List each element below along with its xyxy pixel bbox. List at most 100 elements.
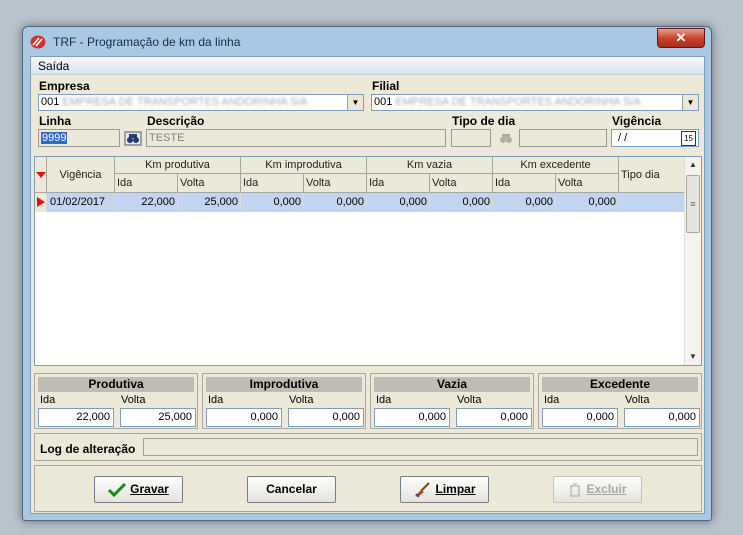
improdutiva-volta-input[interactable]: 0,000: [288, 408, 364, 427]
tipo-dia-input[interactable]: [451, 129, 491, 147]
log-input: [143, 438, 698, 456]
header-improd-volta[interactable]: Volta: [304, 174, 367, 193]
vigencia-value: / /: [618, 132, 628, 144]
excedente-panel: Excedente Ida Volta 0,000 0,000: [538, 373, 702, 429]
excedente-ida-input[interactable]: 0,000: [542, 408, 618, 427]
cell-prod-ida[interactable]: 22,000: [115, 193, 178, 212]
excluir-button[interactable]: Excluir: [553, 476, 642, 503]
limpar-label: Limpar: [435, 482, 476, 496]
scroll-thumb[interactable]: ≡: [686, 175, 700, 233]
tipo-dia-label: Tipo de dia: [452, 114, 516, 128]
menu-saida[interactable]: Saída: [38, 59, 69, 73]
cell-exced-ida[interactable]: 0,000: [493, 193, 556, 212]
sort-down-icon: [36, 172, 46, 178]
title-bar[interactable]: TRF - Programação de km da linha ✕: [23, 27, 711, 55]
header-exced-ida[interactable]: Ida: [493, 174, 556, 193]
vazia-volta-label: Volta: [457, 394, 482, 406]
app-logo-icon: [30, 35, 46, 49]
cancelar-label: Cancelar: [266, 482, 317, 496]
vigencia-date-input[interactable]: / / 15: [611, 129, 699, 147]
scroll-down-icon[interactable]: ▼: [685, 349, 701, 365]
produtiva-volta-input[interactable]: 25,000: [120, 408, 196, 427]
header-vazia-volta[interactable]: Volta: [430, 174, 493, 193]
header-improd-ida[interactable]: Ida: [241, 174, 304, 193]
vazia-volta-input[interactable]: 0,000: [456, 408, 532, 427]
filial-select[interactable]: 001 EMPRESA DE TRANSPORTES ANDORINHA S/A…: [371, 94, 699, 111]
limpar-button[interactable]: Limpar: [400, 476, 489, 503]
empresa-code: 001: [41, 96, 60, 108]
cell-tipo-dia[interactable]: [619, 193, 685, 212]
header-vigencia[interactable]: Vigência: [47, 157, 115, 193]
vazia-ida-input[interactable]: 0,000: [374, 408, 450, 427]
cell-vigencia[interactable]: 01/02/2017: [47, 193, 115, 212]
programacao-grid[interactable]: Vigência Km produtiva Ida Volta Km impro…: [34, 156, 702, 366]
cell-prod-volta[interactable]: 25,000: [178, 193, 241, 212]
descricao-input: TESTE: [146, 129, 446, 147]
cell-vazia-volta[interactable]: 0,000: [430, 193, 493, 212]
excedente-volta-input[interactable]: 0,000: [624, 408, 700, 427]
chevron-down-icon[interactable]: ▼: [347, 95, 363, 110]
filial-label: Filial: [372, 79, 400, 93]
header-vazia-ida[interactable]: Ida: [367, 174, 430, 193]
gravar-button[interactable]: Gravar: [94, 476, 183, 503]
checkmark-icon: [108, 482, 127, 497]
produtiva-ida-input[interactable]: 22,000: [38, 408, 114, 427]
main-window: TRF - Programação de km da linha ✕ Saída…: [22, 26, 712, 521]
empresa-select[interactable]: 001 EMPRESA DE TRANSPORTES ANDORINHA S/A…: [38, 94, 364, 111]
improdutiva-ida-input[interactable]: 0,000: [206, 408, 282, 427]
search-binoculars-icon[interactable]: [124, 129, 142, 147]
linha-label: Linha: [39, 114, 71, 128]
grid-corner: [35, 157, 47, 193]
cell-improd-volta[interactable]: 0,000: [304, 193, 367, 212]
grid-vertical-scrollbar[interactable]: ▲ ≡ ▼: [684, 157, 701, 365]
header-exced-volta[interactable]: Volta: [556, 174, 619, 193]
produtiva-title: Produtiva: [38, 377, 194, 392]
header-km-improdutiva[interactable]: Km improdutiva: [241, 157, 367, 174]
header-tipo-dia[interactable]: Tipo dia: [619, 157, 685, 193]
header-km-vazia[interactable]: Km vazia: [367, 157, 493, 174]
header-km-produtiva[interactable]: Km produtiva: [115, 157, 241, 174]
produtiva-volta-label: Volta: [121, 394, 146, 406]
descricao-label: Descrição: [147, 114, 205, 128]
header-km-excedente[interactable]: Km excedente: [493, 157, 619, 174]
close-button[interactable]: ✕: [657, 28, 705, 48]
cell-improd-ida[interactable]: 0,000: [241, 193, 304, 212]
excedente-volta-label: Volta: [625, 394, 650, 406]
calendar-icon[interactable]: 15: [681, 131, 696, 146]
header-prod-volta[interactable]: Volta: [178, 174, 241, 193]
menu-bar: Saída: [31, 57, 704, 75]
filial-name: EMPRESA DE TRANSPORTES ANDORINHA S/A: [395, 96, 641, 108]
vazia-ida-label: Ida: [376, 394, 392, 406]
scroll-up-icon[interactable]: ▲: [685, 157, 701, 173]
linha-input[interactable]: 9999: [38, 129, 120, 147]
cell-vazia-ida[interactable]: 0,000: [367, 193, 430, 212]
filial-code: 001: [374, 96, 393, 108]
excedente-title: Excedente: [542, 377, 698, 392]
gravar-label: Gravar: [130, 482, 169, 496]
improdutiva-ida-label: Ida: [208, 394, 224, 406]
cancelar-button[interactable]: Cancelar: [247, 476, 336, 503]
excedente-ida-label: Ida: [544, 394, 560, 406]
cell-exced-volta[interactable]: 0,000: [556, 193, 619, 212]
improdutiva-panel: Improdutiva Ida Volta 0,000 0,000: [202, 373, 366, 429]
chevron-down-icon[interactable]: ▼: [682, 95, 698, 110]
improdutiva-title: Improdutiva: [206, 377, 362, 392]
close-icon: ✕: [675, 30, 687, 45]
empresa-label: Empresa: [39, 79, 90, 93]
descricao-value: TESTE: [149, 132, 185, 144]
empresa-name: EMPRESA DE TRANSPORTES ANDORINHA S/A: [62, 96, 308, 108]
form-client-area: Saída Empresa 001 EMPRESA DE TRANSPORTES…: [30, 56, 705, 514]
produtiva-panel: Produtiva Ida Volta 22,000 25,000: [34, 373, 198, 429]
vazia-title: Vazia: [374, 377, 530, 392]
linha-value: 9999: [41, 132, 68, 144]
broom-icon: [415, 482, 431, 498]
excluir-label: Excluir: [586, 482, 627, 496]
log-panel: Log de alteração: [34, 433, 702, 461]
search-binoculars-icon[interactable]: [497, 129, 515, 147]
vazia-panel: Vazia Ida Volta 0,000 0,000: [370, 373, 534, 429]
improdutiva-volta-label: Volta: [289, 394, 314, 406]
row-indicator[interactable]: [35, 193, 47, 212]
window-title: TRF - Programação de km da linha: [53, 35, 241, 49]
button-panel: Gravar Cancelar Limpar Excluir: [34, 465, 702, 512]
header-prod-ida[interactable]: Ida: [115, 174, 178, 193]
